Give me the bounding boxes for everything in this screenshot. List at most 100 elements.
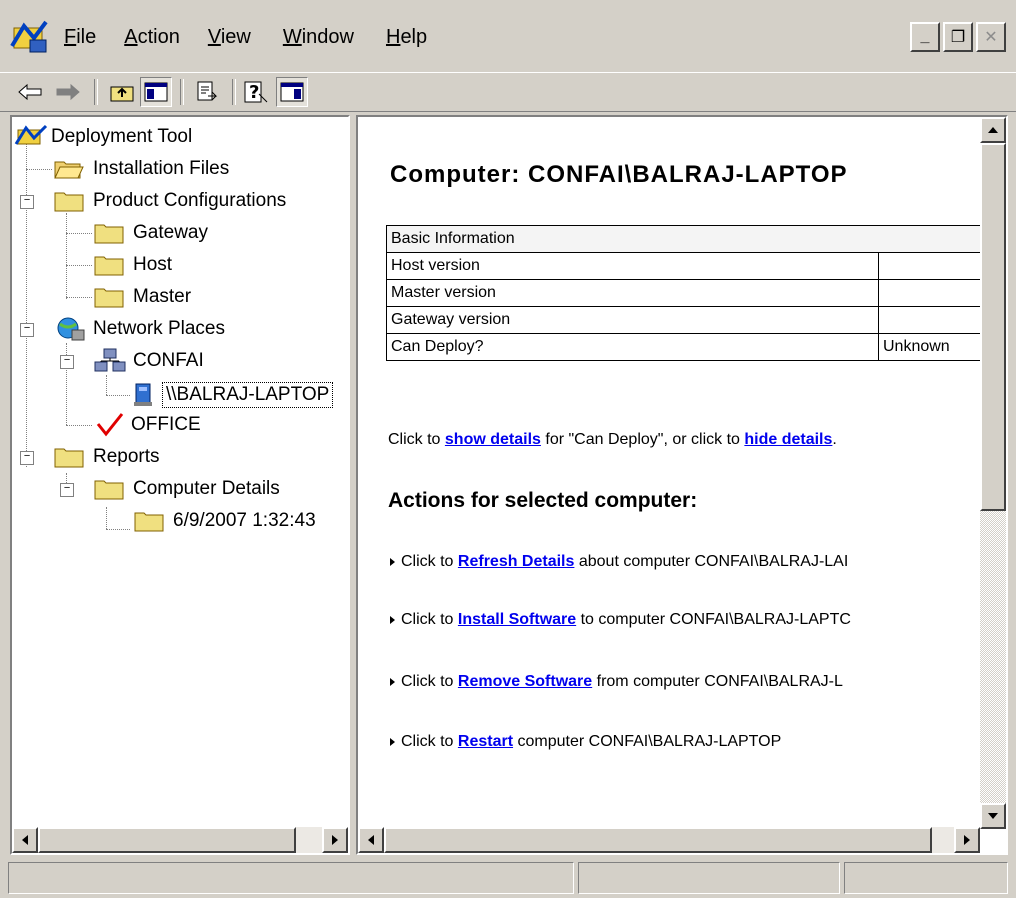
up-one-level-icon[interactable]	[106, 77, 138, 107]
tree-node-gateway[interactable]: Gateway	[94, 219, 211, 247]
row-label: Gateway version	[386, 306, 879, 334]
folder-icon	[134, 512, 164, 532]
status-panel	[844, 862, 1008, 894]
row-value	[878, 252, 986, 280]
scroll-thumb[interactable]	[980, 143, 1006, 511]
remove-software-link[interactable]: Remove Software	[458, 673, 592, 690]
menu-bar: File Action View Window Help _ ❐ ✕	[0, 0, 1016, 72]
toolbar: ?	[0, 72, 1016, 112]
action-item: Click to Remove Software from computer C…	[390, 673, 843, 691]
scroll-right-icon[interactable]	[954, 827, 980, 853]
tree-node-reports[interactable]: Reports	[54, 443, 163, 471]
computer-heading: Computer: CONFAI\BALRAJ-LAPTOP	[390, 161, 848, 188]
tree-node-installation-files[interactable]: Installation Files	[54, 155, 232, 183]
row-value	[878, 306, 986, 334]
refresh-details-link[interactable]: Refresh Details	[458, 553, 575, 570]
tree-node-master[interactable]: Master	[94, 283, 194, 311]
install-software-link[interactable]: Install Software	[458, 611, 576, 628]
restore-button[interactable]: ❐	[943, 22, 973, 52]
minimize-button[interactable]: _	[910, 22, 940, 52]
action-item: Click to Refresh Details about computer …	[390, 553, 848, 571]
scroll-left-icon[interactable]	[358, 827, 384, 853]
basic-info-table: Basic Information Host version Master ve…	[386, 225, 986, 361]
menu-action[interactable]: Action	[124, 24, 180, 51]
tree-node-office[interactable]: OFFICE	[94, 411, 204, 439]
deployment-tool-icon	[10, 20, 48, 53]
tree-node-computer-details[interactable]: Computer Details	[94, 475, 283, 503]
row-value: Unknown	[878, 333, 986, 361]
tree-node-balraj-laptop[interactable]: \\BALRAJ-LAPTOP	[132, 381, 334, 409]
menu-file[interactable]: File	[64, 24, 96, 51]
close-button[interactable]: ✕	[976, 22, 1006, 52]
restart-link[interactable]: Restart	[458, 733, 513, 750]
content-horizontal-scrollbar[interactable]	[358, 827, 980, 853]
details-text: Click to show details for "Can Deploy", …	[388, 431, 837, 448]
action-item: Click to Restart computer CONFAI\BALRAJ-…	[390, 733, 781, 751]
scroll-up-icon[interactable]	[980, 117, 1006, 143]
table-header-row: Basic Information	[386, 225, 986, 253]
table-row: Can Deploy? Unknown	[386, 333, 986, 361]
scroll-down-icon[interactable]	[980, 803, 1006, 829]
network-places-icon	[57, 317, 85, 341]
collapse-icon[interactable]: −	[20, 451, 34, 465]
help-icon[interactable]: ?	[240, 77, 272, 107]
folder-icon	[54, 192, 84, 212]
folder-icon	[94, 256, 124, 276]
table-header: Basic Information	[386, 225, 986, 253]
scroll-left-icon[interactable]	[12, 827, 38, 853]
table-row: Master version	[386, 279, 986, 307]
row-label: Host version	[386, 252, 879, 280]
table-row: Host version	[386, 252, 986, 280]
tree-node-product-configurations[interactable]: Product Configurations	[54, 187, 289, 215]
tree-node-host[interactable]: Host	[94, 251, 175, 279]
export-list-icon[interactable]	[190, 77, 222, 107]
folder-icon	[94, 480, 124, 500]
menu-view[interactable]: View	[208, 24, 251, 51]
forward-icon[interactable]	[52, 77, 84, 107]
collapse-icon[interactable]: −	[60, 483, 74, 497]
content-vertical-scrollbar[interactable]	[980, 117, 1006, 829]
open-folder-icon	[54, 161, 84, 179]
collapse-icon[interactable]: −	[60, 355, 74, 369]
hide-details-link[interactable]: hide details	[744, 431, 832, 448]
console-tree: Deployment Tool Installation Files − Pro…	[10, 115, 350, 855]
collapse-icon[interactable]: −	[20, 323, 34, 337]
scroll-thumb[interactable]	[38, 827, 296, 853]
bullet-arrow-icon	[390, 737, 395, 746]
menu-help[interactable]: Help	[386, 24, 427, 51]
bullet-arrow-icon	[390, 557, 395, 566]
menu-window[interactable]: Window	[283, 24, 354, 51]
status-panel	[578, 862, 840, 894]
collapse-icon[interactable]: −	[20, 195, 34, 209]
row-label: Master version	[386, 279, 879, 307]
bullet-arrow-icon	[390, 677, 395, 686]
folder-icon	[94, 224, 124, 244]
row-value	[878, 279, 986, 307]
tree-node-confai[interactable]: CONFAI	[94, 347, 207, 375]
status-bar	[0, 858, 1016, 898]
checkmark-icon	[96, 413, 124, 437]
show-details-link[interactable]: show details	[445, 431, 541, 448]
tree-horizontal-scrollbar[interactable]	[12, 827, 348, 853]
row-label: Can Deploy?	[386, 333, 879, 361]
scroll-thumb[interactable]	[384, 827, 932, 853]
status-panel	[8, 862, 574, 894]
action-item: Click to Install Software to computer CO…	[390, 611, 851, 629]
tree-node-network-places[interactable]: Network Places	[54, 315, 228, 343]
details-pane: Computer: CONFAI\BALRAJ-LAPTOP Basic Inf…	[356, 115, 1008, 855]
svg-text:?: ?	[249, 82, 259, 103]
show-hide-tree-icon[interactable]	[140, 77, 172, 107]
show-hide-action-pane-icon[interactable]	[276, 77, 308, 107]
scroll-right-icon[interactable]	[322, 827, 348, 853]
domain-icon	[94, 348, 126, 372]
folder-icon	[54, 448, 84, 468]
computer-icon	[134, 383, 152, 406]
folder-icon	[94, 288, 124, 308]
table-row: Gateway version	[386, 306, 986, 334]
bullet-arrow-icon	[390, 615, 395, 624]
tree-node-deployment-tool[interactable]: Deployment Tool	[14, 123, 195, 151]
actions-title: Actions for selected computer:	[388, 489, 698, 512]
tree-node-report-date[interactable]: 6/9/2007 1:32:43	[134, 507, 319, 535]
back-icon[interactable]	[14, 77, 46, 107]
deployment-tool-icon	[14, 124, 48, 145]
